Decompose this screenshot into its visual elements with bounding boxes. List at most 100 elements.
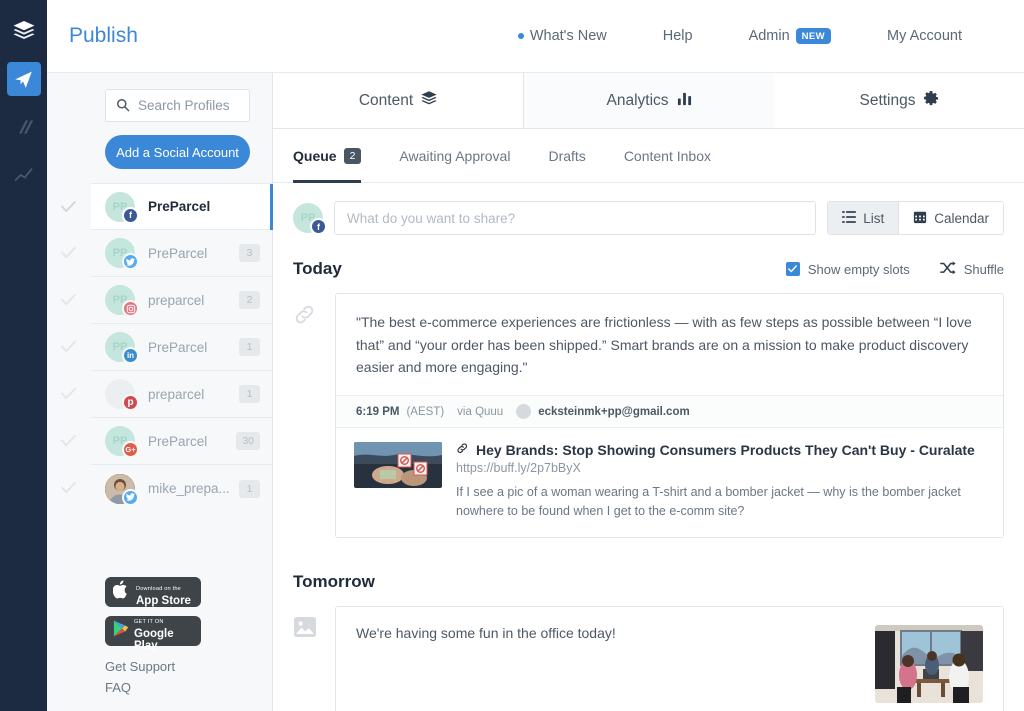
today-heading: Today <box>293 259 342 279</box>
subtab-drafts[interactable]: Drafts <box>548 129 585 183</box>
tab-content-label: Content <box>359 92 413 110</box>
subtab-awaiting-approval[interactable]: Awaiting Approval <box>399 129 510 183</box>
avatar: PP <box>105 238 135 268</box>
check-icon <box>61 200 76 218</box>
subtab-queue[interactable]: Queue 2 <box>293 129 361 183</box>
post-row-today: "The best e-commerce experiences are fri… <box>293 293 1004 538</box>
faq-link[interactable]: FAQ <box>105 680 250 695</box>
nav-whats-new-label: What's New <box>530 28 607 44</box>
tab-settings[interactable]: Settings <box>774 73 1024 128</box>
profile-row-preparcel-twitter[interactable]: PP PreParcel 3 <box>91 230 272 277</box>
queued-post-card-tomorrow[interactable]: We're having some fun in the office toda… <box>335 606 1004 711</box>
link-icon <box>293 293 319 332</box>
link-preview-body: Hey Brands: Stop Showing Consumers Produ… <box>456 442 985 521</box>
show-empty-slots-toggle[interactable]: Show empty slots <box>786 262 910 277</box>
subtab-content-inbox[interactable]: Content Inbox <box>624 129 711 183</box>
link-preview[interactable]: Hey Brands: Stop Showing Consumers Produ… <box>336 427 1003 537</box>
profile-row-preparcel-facebook[interactable]: PP f PreParcel <box>91 183 272 230</box>
link-preview-title: Hey Brands: Stop Showing Consumers Produ… <box>476 442 975 458</box>
main-area: Add a Social Account PP f PreParcel <box>47 73 1024 711</box>
avatar: PP G+ <box>105 426 135 456</box>
profile-count-badge: 1 <box>239 480 260 498</box>
instagram-icon <box>122 300 139 317</box>
profile-row-mike-twitter[interactable]: mike_prepa... 1 <box>91 465 272 512</box>
subtab-content-inbox-label: Content Inbox <box>624 148 711 164</box>
pinterest-icon: p <box>122 394 139 411</box>
profile-count-badge: 1 <box>239 338 260 356</box>
apple-icon <box>113 580 130 604</box>
link-preview-description: If I see a pic of a woman wearing a T-sh… <box>456 483 985 521</box>
search-input[interactable] <box>138 98 249 113</box>
rail-item-reply[interactable] <box>7 110 41 144</box>
get-support-link[interactable]: Get Support <box>105 659 250 674</box>
post-text: We're having some fun in the office toda… <box>356 625 875 703</box>
subtab-drafts-label: Drafts <box>548 148 585 164</box>
page-title: Publish <box>69 24 138 48</box>
nav-admin[interactable]: Admin NEW <box>749 28 831 44</box>
google-play-subtitle: GET IT ON <box>134 619 164 625</box>
queued-post-card[interactable]: "The best e-commerce experiences are fri… <box>335 293 1004 538</box>
list-view-button[interactable]: List <box>828 202 898 234</box>
today-header: Today Show empty slots <box>293 259 1004 279</box>
link-thumbnail <box>354 442 442 488</box>
subtab-queue-label: Queue <box>293 148 337 164</box>
check-icon <box>61 434 76 452</box>
checkbox-icon <box>786 262 800 276</box>
sidebar-footer: Download on the App Store <box>47 577 272 711</box>
image-post-body: We're having some fun in the office toda… <box>336 607 1003 711</box>
facebook-icon: f <box>310 218 327 235</box>
calendar-view-button[interactable]: Calendar <box>898 202 1003 234</box>
facebook-icon: f <box>122 207 139 224</box>
profile-row-preparcel-linkedin[interactable]: PP in PreParcel 1 <box>91 324 272 371</box>
twitter-icon <box>122 489 139 506</box>
profile-row-preparcel-pinterest[interactable]: p preparcel 1 <box>91 371 272 418</box>
profile-row-preparcel-googleplus[interactable]: PP G+ PreParcel 30 <box>91 418 272 465</box>
nav-whats-new[interactable]: What's New <box>518 28 607 44</box>
check-icon <box>61 293 76 311</box>
google-play-badge[interactable]: GET IT ON Google Play <box>105 616 201 646</box>
twitter-icon <box>122 253 139 270</box>
profile-count-badge: 3 <box>239 244 260 262</box>
link-icon <box>456 442 469 458</box>
linkedin-icon: in <box>122 347 139 364</box>
rail-item-analyze[interactable] <box>7 158 41 192</box>
post-author-avatar <box>516 404 531 419</box>
tomorrow-heading: Tomorrow <box>293 572 375 592</box>
list-icon <box>842 211 856 226</box>
nav-help[interactable]: Help <box>663 28 693 44</box>
google-plus-icon: G+ <box>122 441 139 458</box>
rail-item-publish[interactable] <box>7 62 41 96</box>
tab-analytics[interactable]: Analytics <box>523 73 774 128</box>
add-social-account-button[interactable]: Add a Social Account <box>105 135 250 169</box>
app-root: Publish What's New Help Admin NEW My Acc… <box>0 0 1024 711</box>
global-nav-rail <box>0 0 47 711</box>
link-preview-url: https://buff.ly/2p7bByX <box>456 461 985 475</box>
profile-name: PreParcel <box>148 246 239 261</box>
check-icon <box>61 340 76 358</box>
tomorrow-header: Tomorrow <box>293 572 1004 592</box>
gear-icon <box>924 91 939 111</box>
check-icon <box>61 387 76 405</box>
buffer-logo[interactable] <box>7 14 41 48</box>
post-time: 6:19 PM <box>356 406 399 418</box>
shuffle-button[interactable]: Shuffle <box>940 261 1004 278</box>
post-image <box>875 625 983 703</box>
post-row-tomorrow: We're having some fun in the office toda… <box>293 606 1004 711</box>
post-author: ecksteinmk+pp@gmail.com <box>538 406 690 418</box>
avatar: p <box>105 379 135 409</box>
profile-name: PreParcel <box>148 434 236 449</box>
profile-row-preparcel-instagram[interactable]: PP preparcel 2 <box>91 277 272 324</box>
post-meta: 6:19 PM (AEST) via Quuu ecksteinmk+pp@gm… <box>336 395 1003 427</box>
shuffle-label: Shuffle <box>964 262 1004 277</box>
avatar: PP <box>105 285 135 315</box>
nav-my-account[interactable]: My Account <box>887 28 962 44</box>
composer-input[interactable] <box>334 201 816 235</box>
check-icon <box>61 246 76 264</box>
queue-subtabs: Queue 2 Awaiting Approval Drafts Content… <box>273 129 1024 183</box>
tab-content[interactable]: Content <box>273 73 523 128</box>
layers-icon <box>421 91 437 111</box>
app-store-badge[interactable]: Download on the App Store <box>105 577 201 607</box>
google-play-icon <box>113 620 128 642</box>
search-profiles-box[interactable] <box>105 89 250 122</box>
profile-count-badge: 30 <box>236 432 260 450</box>
